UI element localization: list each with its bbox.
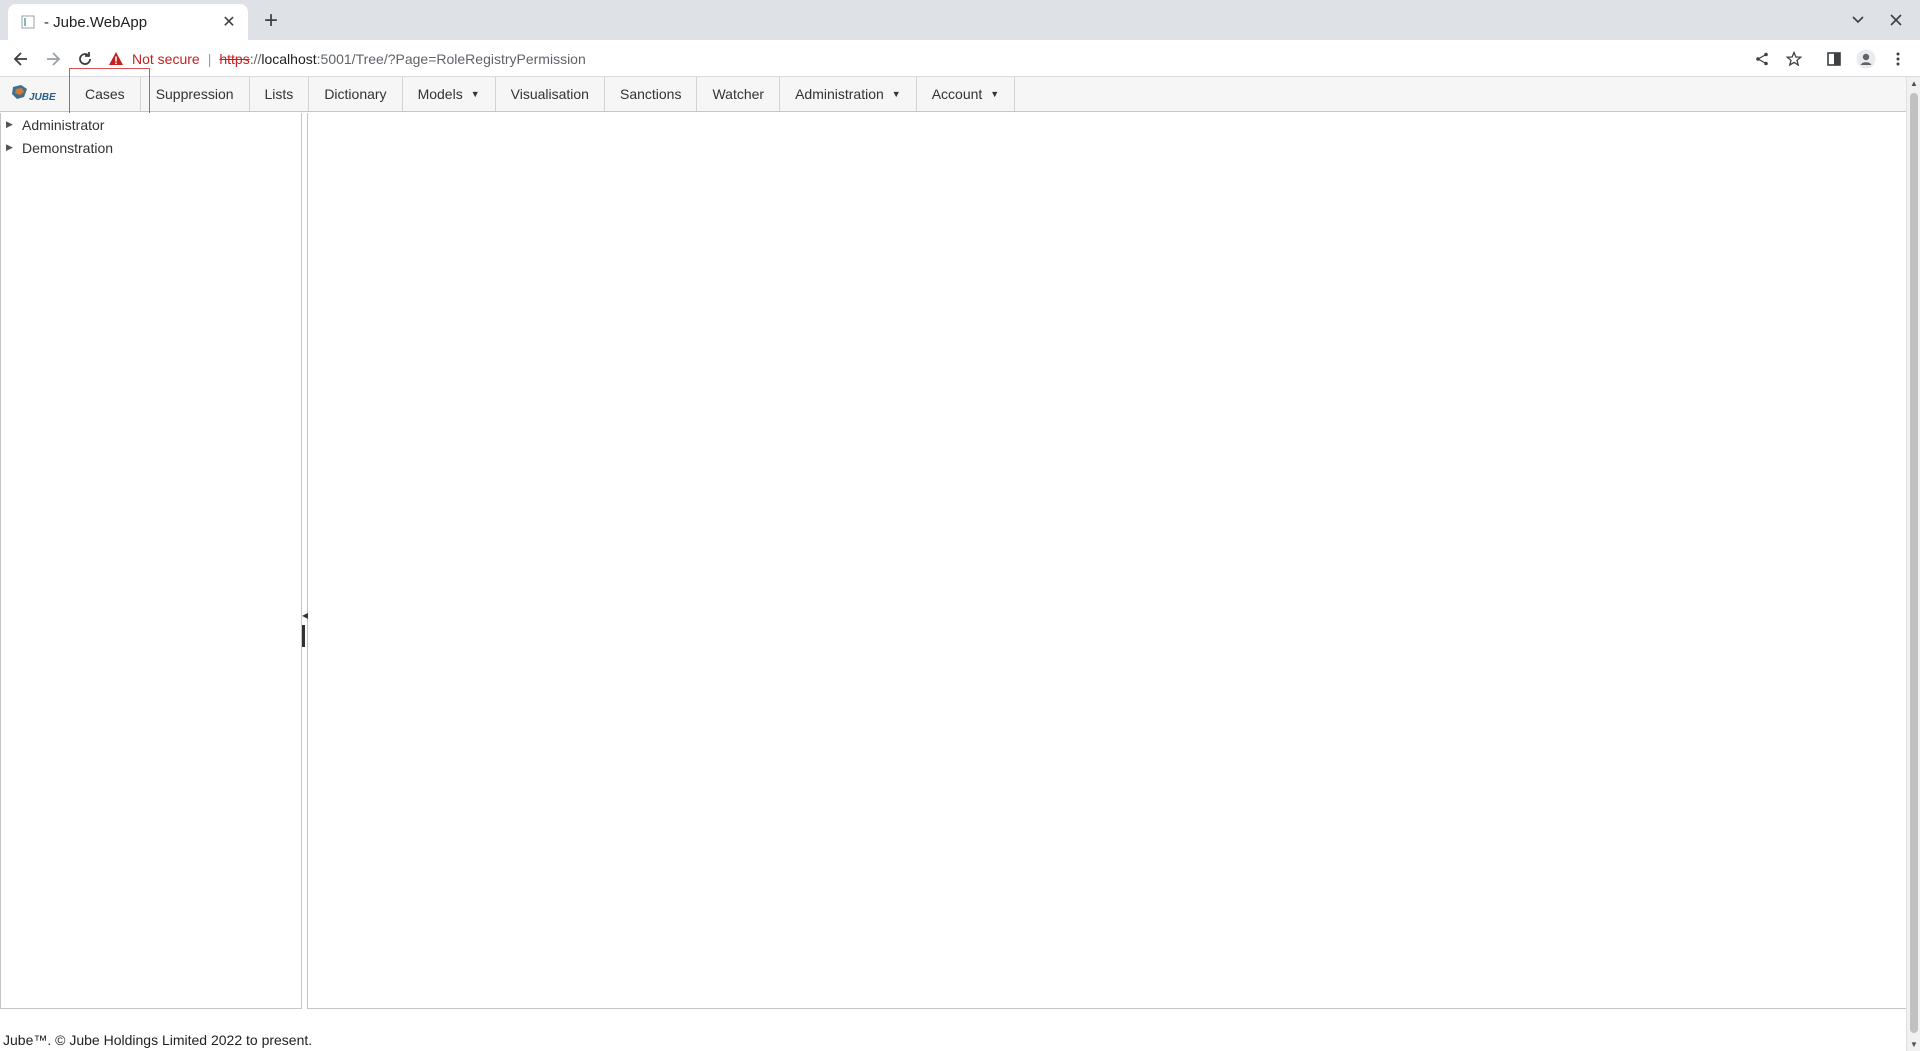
tree-node-label: Demonstration [22, 139, 114, 156]
close-tab-icon[interactable]: ✕ [220, 13, 238, 31]
scrollbar-thumb[interactable] [1910, 93, 1918, 1033]
splitter-grip[interactable] [302, 625, 305, 647]
side-panel-icon[interactable] [1822, 47, 1846, 71]
menu-administration-label: Administration [795, 86, 884, 102]
footer-copyright: Jube™. © Jube Holdings Limited 2022 to p… [3, 1032, 313, 1048]
bookmark-star-icon[interactable] [1782, 47, 1806, 71]
browser-tab-strip: - Jube.WebApp ✕ + [0, 0, 1920, 40]
browser-menu-icon[interactable] [1886, 47, 1910, 71]
logo-text: JUBE [29, 92, 56, 103]
expand-arrow-icon[interactable]: ▶ [6, 119, 22, 130]
not-secure-label[interactable]: Not secure [132, 51, 200, 67]
menu-visualisation-label: Visualisation [510, 86, 589, 102]
url-host: localhost [261, 51, 317, 67]
url-scheme: https [219, 51, 250, 67]
tab-search-chevron-icon[interactable] [1846, 8, 1870, 32]
menu-lists-label: Lists [264, 86, 294, 102]
reload-icon[interactable] [72, 46, 98, 72]
menu-lists[interactable]: Lists [250, 77, 310, 111]
address-bar[interactable]: Not secure | https://localhost:5001/Tree… [108, 44, 1756, 74]
browser-tab[interactable]: - Jube.WebApp ✕ [8, 4, 248, 40]
menu-administration[interactable]: Administration ▼ [780, 77, 917, 111]
menu-suppression-label: Suppression [155, 86, 234, 102]
expand-arrow-icon[interactable]: ▶ [6, 142, 22, 153]
menu-models[interactable]: Models ▼ [403, 77, 496, 111]
content-pane [308, 113, 1906, 1009]
tab-title: - Jube.WebApp [44, 13, 148, 31]
browser-toolbar: Not secure | https://localhost:5001/Tree… [0, 40, 1920, 77]
address-separator: | [207, 51, 212, 67]
chevron-down-icon: ▼ [470, 89, 480, 99]
chevron-down-icon: ▼ [891, 89, 901, 99]
profile-avatar-icon[interactable] [1854, 47, 1878, 71]
page-favicon-icon [20, 14, 36, 30]
main-menubar: JUBE Cases Suppression Lists Dictionary … [0, 77, 1906, 112]
tree-node-administrator[interactable]: ▶ Administrator [1, 113, 301, 136]
menu-dictionary[interactable]: Dictionary [309, 77, 403, 111]
menu-models-label: Models [417, 86, 463, 102]
menu-account-label: Account [931, 86, 983, 102]
menu-cases-label: Cases [85, 86, 125, 102]
menu-sanctions-label: Sanctions [619, 86, 682, 102]
tree-pane: ▶ Administrator ▶ Demonstration [0, 113, 302, 1009]
menu-visualisation[interactable]: Visualisation [496, 77, 605, 111]
menu-dictionary-label: Dictionary [324, 86, 387, 102]
menu-suppression[interactable]: Suppression [141, 77, 250, 111]
page-scrollbar[interactable]: ▲ ▼ [1906, 77, 1920, 1051]
jube-app: JUBE Cases Suppression Lists Dictionary … [0, 68, 1920, 1051]
menu-account[interactable]: Account ▼ [917, 77, 1016, 111]
back-arrow-icon[interactable] [8, 46, 34, 72]
menu-watcher-label: Watcher [712, 86, 765, 102]
scroll-down-icon[interactable]: ▼ [1910, 1040, 1918, 1049]
tree-node-demonstration[interactable]: ▶ Demonstration [1, 136, 301, 159]
scroll-up-icon[interactable]: ▲ [1910, 79, 1918, 88]
warning-icon [109, 52, 123, 65]
jube-logo[interactable]: JUBE [0, 77, 70, 111]
menu-cases[interactable]: Cases [70, 77, 141, 111]
menu-sanctions[interactable]: Sanctions [605, 77, 698, 111]
forward-arrow-icon[interactable] [40, 46, 66, 72]
new-tab-button[interactable]: + [258, 8, 284, 34]
tree-node-label: Administrator [22, 116, 105, 133]
share-icon[interactable] [1750, 47, 1774, 71]
chevron-down-icon: ▼ [990, 89, 1000, 99]
menu-watcher[interactable]: Watcher [697, 77, 781, 111]
url-path: :5001/Tree/?Page=RoleRegistryPermission [316, 51, 586, 67]
url-scheme-separator: :// [249, 51, 262, 67]
window-close-icon[interactable] [1884, 8, 1908, 32]
